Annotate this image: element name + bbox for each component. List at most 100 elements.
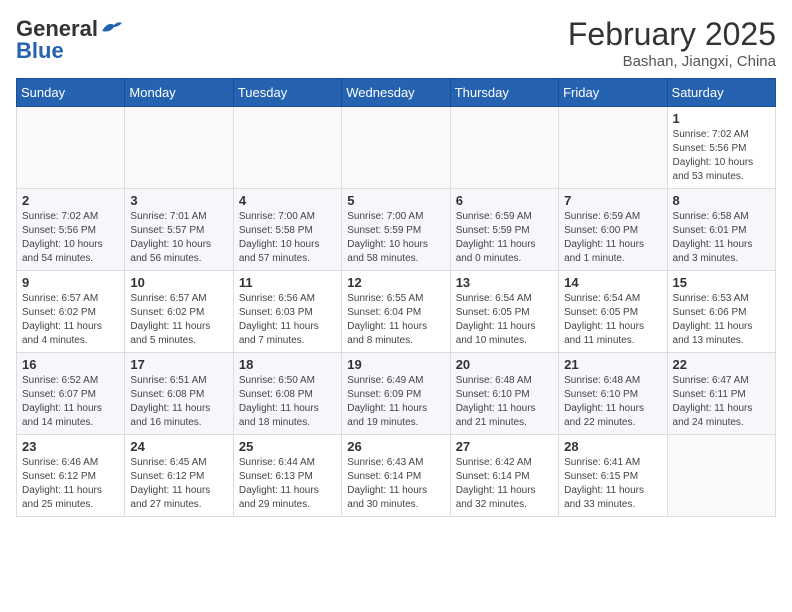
calendar-cell: 21 Sunrise: 6:48 AM Sunset: 6:10 PM Dayli… <box>559 353 667 435</box>
day-number: 21 <box>564 357 661 372</box>
calendar-cell: 13Sunrise: 6:54 AM Sunset: 6:05 PM Dayli… <box>450 271 558 353</box>
calendar-header: SundayMondayTuesdayWednesdayThursdayFrid… <box>17 79 776 107</box>
day-number: 14 <box>564 275 661 290</box>
day-info: Sunrise: 6:55 AM Sunset: 6:04 PM Dayligh… <box>347 292 444 348</box>
day-number: 9 <box>22 275 119 290</box>
day-info: Sunrise: 6:54 AM Sunset: 6:05 PM Dayligh… <box>456 292 553 348</box>
day-number: 8 <box>673 193 770 208</box>
day-info: Sunrise: 7:00 AM Sunset: 5:59 PM Dayligh… <box>347 210 444 266</box>
day-number: 12 <box>347 275 444 290</box>
calendar-cell: 20 Sunrise: 6:48 AM Sunset: 6:10 PM Dayli… <box>450 353 558 435</box>
weekday-header-row: SundayMondayTuesdayWednesdayThursdayFrid… <box>17 79 776 107</box>
day-number: 16 <box>22 357 119 372</box>
calendar-cell: 24 Sunrise: 6:45 AM Sunset: 6:12 PM Dayli… <box>125 435 233 517</box>
day-info: Sunrise: 6:41 AM Sunset: 6:15 PM Dayligh… <box>564 456 661 512</box>
weekday-saturday: Saturday <box>667 79 775 107</box>
day-info: Sunrise: 6:57 AM Sunset: 6:02 PM Dayligh… <box>22 292 119 348</box>
day-info: Sunrise: 7:02 AM Sunset: 5:56 PM Dayligh… <box>673 128 770 184</box>
day-number: 18 <box>239 357 336 372</box>
day-info: Sunrise: 7:00 AM Sunset: 5:58 PM Dayligh… <box>239 210 336 266</box>
day-info: Sunrise: 6:59 AM Sunset: 6:00 PM Dayligh… <box>564 210 661 266</box>
calendar-cell: 1 Sunrise: 7:02 AM Sunset: 5:56 PM Daylig… <box>667 107 775 189</box>
calendar-cell: 28Sunrise: 6:41 AM Sunset: 6:15 PM Dayli… <box>559 435 667 517</box>
day-info: Sunrise: 6:51 AM Sunset: 6:08 PM Dayligh… <box>130 374 227 430</box>
day-info: Sunrise: 6:58 AM Sunset: 6:01 PM Dayligh… <box>673 210 770 266</box>
day-number: 22 <box>673 357 770 372</box>
calendar-cell: 19Sunrise: 6:49 AM Sunset: 6:09 PM Dayli… <box>342 353 450 435</box>
logo: General Blue <box>16 16 122 64</box>
day-number: 5 <box>347 193 444 208</box>
day-info: Sunrise: 7:02 AM Sunset: 5:56 PM Dayligh… <box>22 210 119 266</box>
calendar-cell: 27 Sunrise: 6:42 AM Sunset: 6:14 PM Dayli… <box>450 435 558 517</box>
day-number: 2 <box>22 193 119 208</box>
day-info: Sunrise: 6:56 AM Sunset: 6:03 PM Dayligh… <box>239 292 336 348</box>
day-number: 26 <box>347 439 444 454</box>
calendar-cell: 2 Sunrise: 7:02 AM Sunset: 5:56 PM Daylig… <box>17 189 125 271</box>
weekday-sunday: Sunday <box>17 79 125 107</box>
month-title: February 2025 <box>568 16 776 53</box>
day-info: Sunrise: 6:43 AM Sunset: 6:14 PM Dayligh… <box>347 456 444 512</box>
calendar-cell: 12 Sunrise: 6:55 AM Sunset: 6:04 PM Dayli… <box>342 271 450 353</box>
day-number: 7 <box>564 193 661 208</box>
day-number: 4 <box>239 193 336 208</box>
logo-blue: Blue <box>16 38 64 64</box>
day-number: 6 <box>456 193 553 208</box>
weekday-tuesday: Tuesday <box>233 79 341 107</box>
day-info: Sunrise: 6:49 AM Sunset: 6:09 PM Dayligh… <box>347 374 444 430</box>
calendar-cell <box>17 107 125 189</box>
day-info: Sunrise: 6:57 AM Sunset: 6:02 PM Dayligh… <box>130 292 227 348</box>
day-info: Sunrise: 6:59 AM Sunset: 5:59 PM Dayligh… <box>456 210 553 266</box>
day-info: Sunrise: 6:54 AM Sunset: 6:05 PM Dayligh… <box>564 292 661 348</box>
day-number: 25 <box>239 439 336 454</box>
day-info: Sunrise: 6:52 AM Sunset: 6:07 PM Dayligh… <box>22 374 119 430</box>
day-number: 1 <box>673 111 770 126</box>
calendar-cell: 11 Sunrise: 6:56 AM Sunset: 6:03 PM Dayli… <box>233 271 341 353</box>
day-number: 20 <box>456 357 553 372</box>
calendar-cell: 26 Sunrise: 6:43 AM Sunset: 6:14 PM Dayli… <box>342 435 450 517</box>
calendar-cell: 10 Sunrise: 6:57 AM Sunset: 6:02 PM Dayli… <box>125 271 233 353</box>
calendar-cell: 6 Sunrise: 6:59 AM Sunset: 5:59 PM Daylig… <box>450 189 558 271</box>
title-block: February 2025 Bashan, Jiangxi, China <box>568 16 776 70</box>
calendar-week-3: 9 Sunrise: 6:57 AM Sunset: 6:02 PM Daylig… <box>17 271 776 353</box>
calendar-cell <box>667 435 775 517</box>
day-number: 11 <box>239 275 336 290</box>
day-info: Sunrise: 6:48 AM Sunset: 6:10 PM Dayligh… <box>456 374 553 430</box>
calendar-body: 1 Sunrise: 7:02 AM Sunset: 5:56 PM Daylig… <box>17 107 776 517</box>
calendar-table: SundayMondayTuesdayWednesdayThursdayFrid… <box>16 78 776 517</box>
weekday-thursday: Thursday <box>450 79 558 107</box>
day-info: Sunrise: 7:01 AM Sunset: 5:57 PM Dayligh… <box>130 210 227 266</box>
calendar-cell <box>233 107 341 189</box>
calendar-cell: 22Sunrise: 6:47 AM Sunset: 6:11 PM Dayli… <box>667 353 775 435</box>
calendar-cell: 17Sunrise: 6:51 AM Sunset: 6:08 PM Dayli… <box>125 353 233 435</box>
calendar-cell: 14 Sunrise: 6:54 AM Sunset: 6:05 PM Dayli… <box>559 271 667 353</box>
calendar-week-2: 2 Sunrise: 7:02 AM Sunset: 5:56 PM Daylig… <box>17 189 776 271</box>
day-info: Sunrise: 6:53 AM Sunset: 6:06 PM Dayligh… <box>673 292 770 348</box>
calendar-cell: 25Sunrise: 6:44 AM Sunset: 6:13 PM Dayli… <box>233 435 341 517</box>
location: Bashan, Jiangxi, China <box>568 53 776 70</box>
weekday-wednesday: Wednesday <box>342 79 450 107</box>
day-number: 15 <box>673 275 770 290</box>
day-info: Sunrise: 6:50 AM Sunset: 6:08 PM Dayligh… <box>239 374 336 430</box>
day-info: Sunrise: 6:46 AM Sunset: 6:12 PM Dayligh… <box>22 456 119 512</box>
day-info: Sunrise: 6:42 AM Sunset: 6:14 PM Dayligh… <box>456 456 553 512</box>
calendar-cell <box>559 107 667 189</box>
day-info: Sunrise: 6:45 AM Sunset: 6:12 PM Dayligh… <box>130 456 227 512</box>
weekday-friday: Friday <box>559 79 667 107</box>
day-number: 24 <box>130 439 227 454</box>
logo-bird-icon <box>100 19 122 35</box>
calendar-cell: 15 Sunrise: 6:53 AM Sunset: 6:06 PM Dayli… <box>667 271 775 353</box>
calendar-cell: 9 Sunrise: 6:57 AM Sunset: 6:02 PM Daylig… <box>17 271 125 353</box>
calendar-cell: 8 Sunrise: 6:58 AM Sunset: 6:01 PM Daylig… <box>667 189 775 271</box>
day-number: 10 <box>130 275 227 290</box>
page-header: General Blue February 2025 Bashan, Jiang… <box>16 16 776 70</box>
weekday-monday: Monday <box>125 79 233 107</box>
calendar-cell <box>342 107 450 189</box>
calendar-cell <box>450 107 558 189</box>
day-info: Sunrise: 6:48 AM Sunset: 6:10 PM Dayligh… <box>564 374 661 430</box>
calendar-week-1: 1 Sunrise: 7:02 AM Sunset: 5:56 PM Daylig… <box>17 107 776 189</box>
calendar-cell: 7 Sunrise: 6:59 AM Sunset: 6:00 PM Daylig… <box>559 189 667 271</box>
day-number: 27 <box>456 439 553 454</box>
calendar-week-4: 16 Sunrise: 6:52 AM Sunset: 6:07 PM Dayli… <box>17 353 776 435</box>
calendar-week-5: 23Sunrise: 6:46 AM Sunset: 6:12 PM Dayli… <box>17 435 776 517</box>
calendar-cell: 5 Sunrise: 7:00 AM Sunset: 5:59 PM Daylig… <box>342 189 450 271</box>
